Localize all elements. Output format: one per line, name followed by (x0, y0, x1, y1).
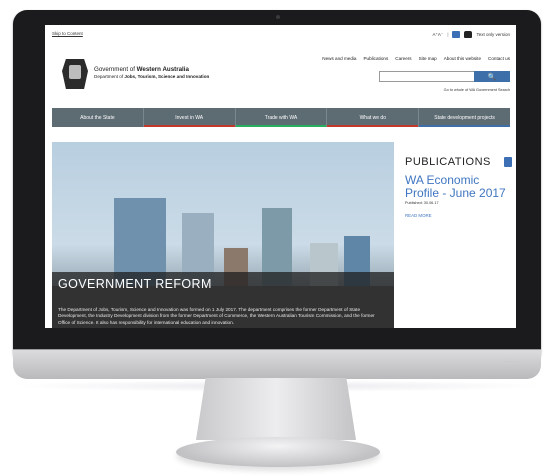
top-nav-publications[interactable]: Publications (363, 56, 388, 61)
top-nav-contact[interactable]: Contact us (488, 56, 510, 61)
chin-label: ··· ······ (504, 359, 519, 363)
monitor-chin: ··· ······ (13, 349, 541, 379)
accessibility-icon[interactable] (452, 31, 461, 38)
publications-panel: PUBLICATIONS WA Economic Profile - June … (405, 156, 513, 218)
top-nav: News and media Publications Careers Site… (322, 56, 510, 61)
hero-title: GOVERNMENT REFORM (58, 277, 212, 291)
separator: | (447, 32, 449, 37)
top-nav-careers[interactable]: Careers (395, 56, 411, 61)
search-input[interactable] (379, 71, 474, 82)
nav-what-we-do[interactable]: What we do (327, 108, 420, 127)
nav-accent-bar (52, 125, 143, 127)
search-icon: 🔍 (487, 73, 497, 81)
text-only-link[interactable]: Text only version (476, 32, 510, 37)
nav-trade-with-wa[interactable]: Trade with WA (235, 108, 328, 127)
nav-accent-bar (235, 125, 327, 127)
monitor-base (176, 437, 380, 467)
hero-text: The Department of Jobs, Tourism, Science… (58, 307, 375, 325)
nav-accent-bar (143, 125, 235, 127)
monitor-stand (196, 378, 356, 440)
wa-crest-icon[interactable] (62, 59, 88, 89)
skip-to-content-link[interactable]: Skip to Content (52, 31, 83, 36)
department-title: Department of Jobs, Tourism, Science and… (94, 74, 210, 79)
whole-gov-search-link[interactable]: Go to whole of WA Government Search (444, 88, 510, 92)
top-nav-news[interactable]: News and media (322, 56, 356, 61)
gov-title: Government of Western Australia (94, 66, 189, 73)
nav-accent-bar (419, 125, 510, 127)
nav-about-the-state[interactable]: About the State (52, 108, 144, 127)
browser-screen: Skip to Content A⁺A⁻ | Text only version… (45, 25, 516, 328)
text-size-control[interactable]: A⁺A⁻ (433, 32, 444, 38)
nav-accent-bar (327, 125, 419, 127)
search-box: 🔍 (379, 71, 510, 82)
utility-bar: Skip to Content A⁺A⁻ | Text only version (52, 31, 510, 39)
top-nav-sitemap[interactable]: Site map (419, 56, 437, 61)
publications-heading: PUBLICATIONS (405, 156, 491, 168)
document-icon[interactable] (504, 157, 512, 167)
publication-date: Published: 30.06.17 (405, 201, 439, 205)
nav-invest-in-wa[interactable]: Invest in WA (143, 108, 236, 127)
main-nav: About the State Invest in WA Trade with … (52, 108, 510, 127)
search-button[interactable]: 🔍 (474, 71, 510, 82)
publication-title-link[interactable]: WA Economic Profile - June 2017 (405, 174, 513, 200)
camera-icon (276, 15, 280, 19)
hero-banner[interactable]: GOVERNMENT REFORM The Department of Jobs… (52, 142, 394, 328)
read-more-link[interactable]: READ MORE (405, 213, 513, 218)
utility-links: A⁺A⁻ | Text only version (433, 31, 510, 38)
print-icon[interactable] (464, 31, 473, 38)
top-nav-about[interactable]: About this website (444, 56, 481, 61)
site-header: Government of Western Australia Departme… (52, 47, 510, 107)
nav-state-development-projects[interactable]: State development projects (419, 108, 510, 127)
